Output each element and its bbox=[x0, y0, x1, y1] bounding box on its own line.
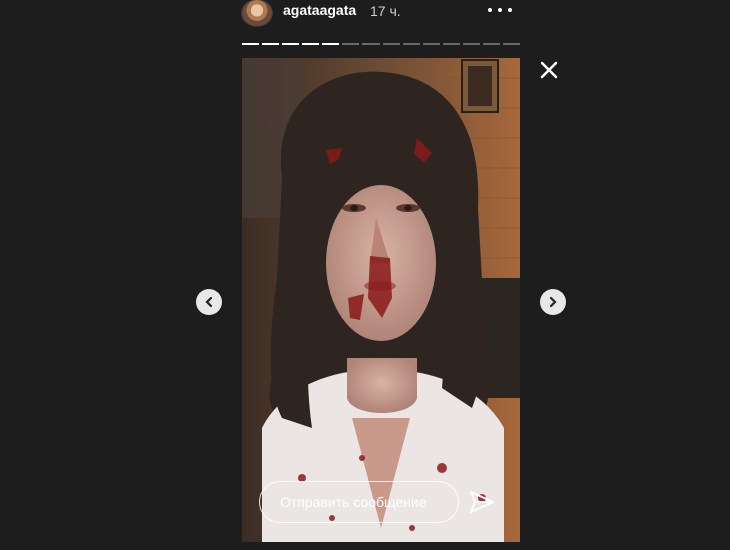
progress-segment bbox=[422, 43, 440, 45]
chevron-right-icon[interactable] bbox=[540, 289, 566, 315]
progress-segment bbox=[342, 43, 360, 45]
more-dots-icon[interactable] bbox=[488, 0, 512, 20]
story-image[interactable] bbox=[242, 58, 520, 542]
progress-segment bbox=[322, 43, 340, 45]
progress-segment bbox=[262, 43, 280, 45]
progress-segment bbox=[503, 43, 521, 45]
username[interactable]: agataagata bbox=[283, 2, 356, 18]
reply-input[interactable]: Отправить сообщение bbox=[259, 481, 459, 523]
send-icon[interactable] bbox=[468, 488, 496, 516]
progress-segment bbox=[402, 43, 420, 45]
progress-segment bbox=[242, 43, 260, 45]
timestamp: 17 ч. bbox=[370, 3, 401, 19]
progress-segment bbox=[282, 43, 300, 45]
story-header: agataagata 17 ч. bbox=[242, 0, 522, 30]
progress-segment bbox=[302, 43, 320, 45]
progress-segment bbox=[442, 43, 460, 45]
progress-segment bbox=[462, 43, 480, 45]
chevron-left-icon[interactable] bbox=[196, 289, 222, 315]
avatar[interactable] bbox=[242, 0, 272, 26]
progress-segment bbox=[382, 43, 400, 45]
progress-segment bbox=[362, 43, 380, 45]
story-photo bbox=[242, 58, 520, 542]
reply-placeholder: Отправить сообщение bbox=[280, 494, 427, 510]
story-progress-bar bbox=[242, 43, 521, 45]
close-icon[interactable] bbox=[537, 58, 561, 82]
progress-segment bbox=[482, 43, 501, 45]
